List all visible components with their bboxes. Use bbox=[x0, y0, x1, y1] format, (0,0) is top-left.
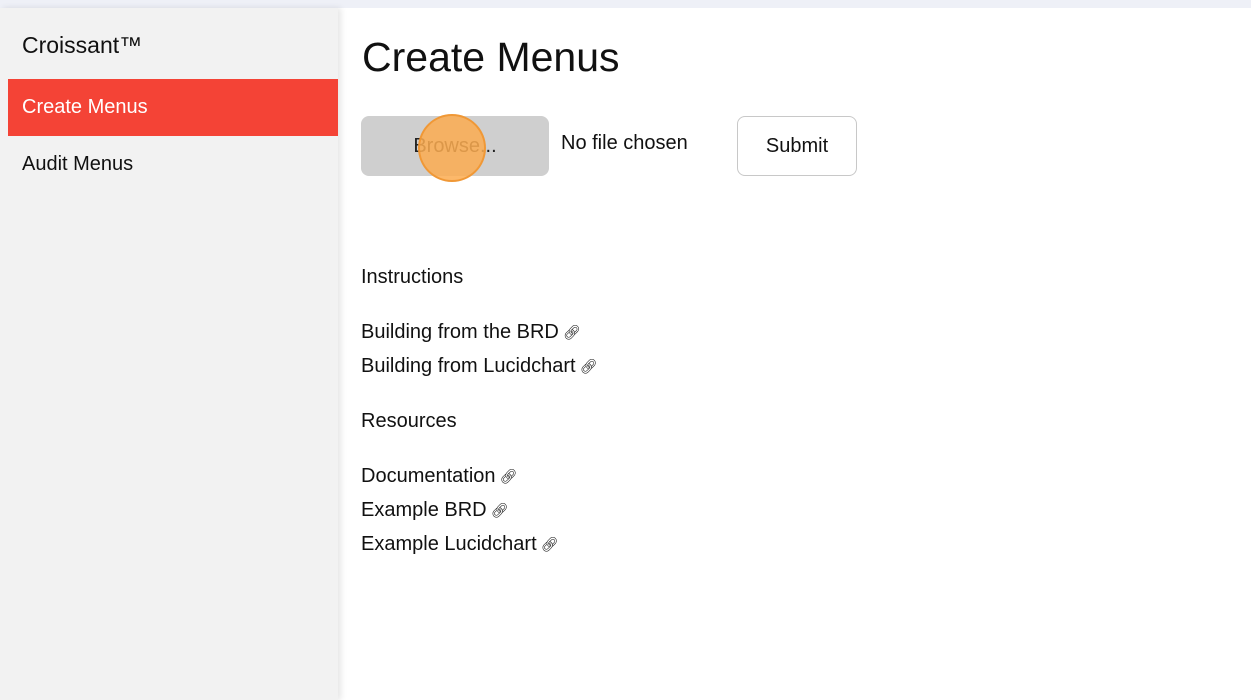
link-documentation[interactable]: Documentation 🔗︎ bbox=[361, 465, 517, 488]
file-status-text: No file chosen bbox=[561, 132, 688, 154]
link-icon: 🔗︎ bbox=[540, 536, 559, 552]
browse-file-button[interactable]: Browse... bbox=[361, 116, 549, 176]
sidebar-item-label: Audit Menus bbox=[22, 153, 134, 175]
brand-name: Croissant™ bbox=[22, 32, 143, 58]
main-content: Create Menus Browse... No file chosen Su… bbox=[338, 8, 1251, 700]
link-label: Example BRD bbox=[361, 499, 487, 521]
link-building-from-brd[interactable]: Building from the BRD 🔗︎ bbox=[361, 321, 581, 344]
link-label: Documentation bbox=[361, 465, 496, 487]
sidebar: Croissant™ Create Menus Audit Menus bbox=[0, 8, 338, 700]
link-icon: 🔗︎ bbox=[579, 358, 598, 374]
link-icon: 🔗︎ bbox=[499, 468, 518, 484]
app-window: Croissant™ Create Menus Audit Menus Crea… bbox=[0, 8, 1251, 700]
sidebar-item-create-menus[interactable]: Create Menus bbox=[8, 79, 338, 136]
submit-button[interactable]: Submit bbox=[737, 116, 857, 176]
link-label: Building from the BRD bbox=[361, 321, 559, 343]
link-label: Building from Lucidchart bbox=[361, 355, 576, 377]
page-title: Create Menus bbox=[362, 34, 620, 80]
sidebar-item-audit-menus[interactable]: Audit Menus bbox=[8, 136, 338, 193]
link-icon: 🔗︎ bbox=[562, 324, 581, 340]
sidebar-item-label: Create Menus bbox=[22, 96, 148, 118]
link-building-from-lucidchart[interactable]: Building from Lucidchart 🔗︎ bbox=[361, 355, 597, 378]
link-icon: 🔗︎ bbox=[490, 502, 509, 518]
link-label: Example Lucidchart bbox=[361, 533, 537, 555]
link-example-brd[interactable]: Example BRD 🔗︎ bbox=[361, 499, 508, 522]
resources-heading: Resources bbox=[361, 410, 457, 432]
link-example-lucidchart[interactable]: Example Lucidchart 🔗︎ bbox=[361, 533, 558, 556]
instructions-heading: Instructions bbox=[361, 266, 464, 288]
